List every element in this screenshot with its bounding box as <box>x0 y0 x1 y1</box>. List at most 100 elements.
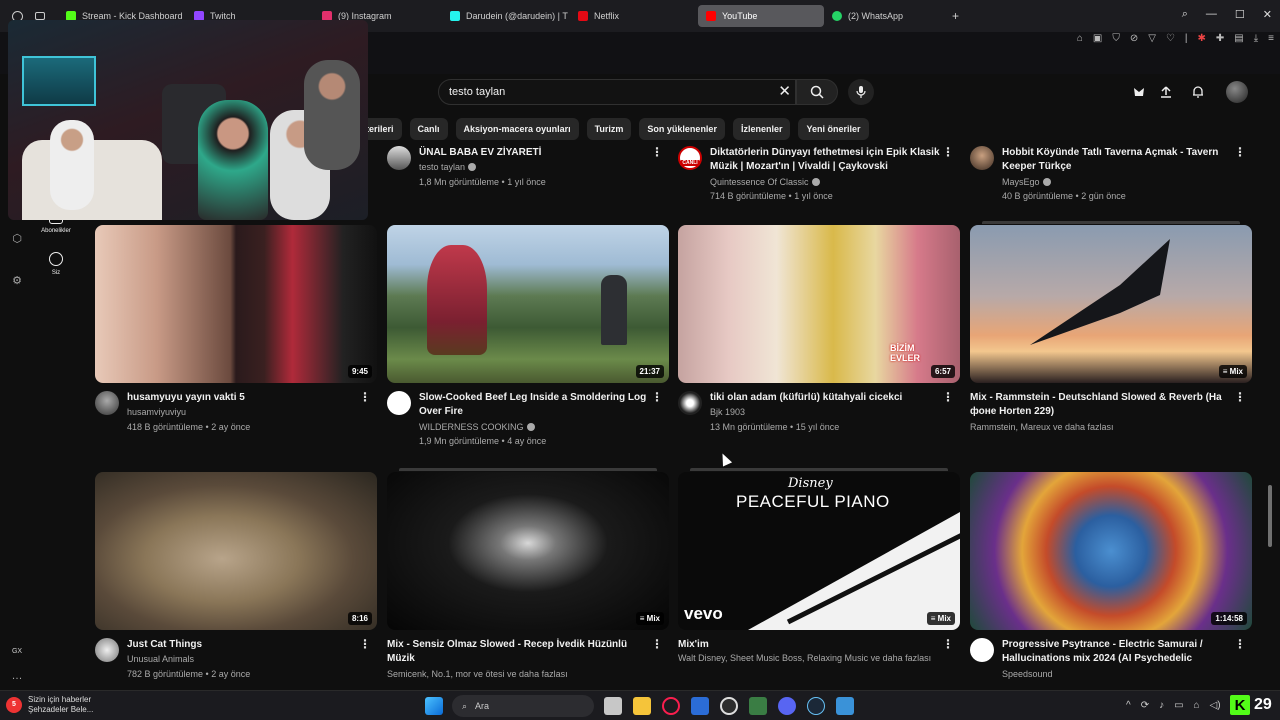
video-card[interactable]: BİZİM EVLER 6:57 tiki olan adam (küfürlü… <box>678 225 960 440</box>
mail-icon[interactable] <box>691 697 709 715</box>
menu-icon[interactable]: ≡ <box>1268 33 1274 47</box>
tab-whatsapp[interactable]: (2) WhatsApp <box>824 5 944 27</box>
video-card[interactable]: ÜNAL BABA EV ZİYARETİ testo taylan 1,8 M… <box>387 146 669 206</box>
video-thumbnail[interactable]: Disney PEACEFUL PIANO vevo ≡ Mix <box>678 472 960 630</box>
voice-search-button[interactable] <box>848 79 874 105</box>
more-options-icon[interactable]: ⋮ <box>651 391 663 403</box>
channel-avatar[interactable] <box>678 391 702 415</box>
gx-label[interactable]: GX <box>10 648 24 662</box>
upload-button[interactable] <box>1157 83 1175 101</box>
video-title[interactable]: Slow-Cooked Beef Leg Inside a Smoldering… <box>419 391 649 419</box>
display-icon[interactable]: ▭ <box>1174 700 1183 711</box>
video-title[interactable]: husamyuyu yayın vakti 5 <box>127 391 357 405</box>
video-thumbnail[interactable]: 21:37 <box>387 225 669 383</box>
chrome-icon[interactable] <box>720 697 738 715</box>
more-options-icon[interactable]: ⋮ <box>1234 391 1246 403</box>
channel-avatar[interactable] <box>387 146 411 170</box>
more-options-icon[interactable]: ⋮ <box>1234 146 1246 158</box>
more-options-icon[interactable]: ⋮ <box>651 146 663 158</box>
video-thumbnail[interactable]: ≡ Mix <box>970 225 1252 383</box>
sync-icon[interactable]: ⟳ <box>1141 700 1149 711</box>
video-title[interactable]: Hobbit Köyünde Tatlı Taverna Açmak - Tav… <box>1002 146 1232 174</box>
app-icon[interactable] <box>749 697 767 715</box>
account-avatar[interactable] <box>1226 81 1248 103</box>
tab-tiktok[interactable]: Darudein (@darudein) | T <box>442 5 570 27</box>
more-options-icon[interactable]: ⋮ <box>1234 638 1246 650</box>
more-icon[interactable]: … <box>10 670 24 684</box>
channel-name[interactable]: WILDERNESS COOKING <box>419 422 535 432</box>
video-thumbnail[interactable]: ≡ Mix <box>387 472 669 630</box>
channel-name[interactable]: Walt Disney, Sheet Music Boss, Relaxing … <box>678 653 931 663</box>
download-icon[interactable]: ⤓ <box>1254 33 1258 47</box>
page-scrollbar[interactable] <box>1268 485 1272 547</box>
puzzle-icon[interactable]: ✚ <box>1216 33 1224 47</box>
channel-name[interactable]: Rammstein, Mareux ve daha fazlası <box>970 422 1114 432</box>
video-thumbnail[interactable]: 1:14:58 <box>970 472 1252 630</box>
chip[interactable]: Turizm <box>586 118 632 140</box>
video-card[interactable]: 8:16 Just Cat Things Unusual Animals 782… <box>95 472 377 682</box>
more-options-icon[interactable]: ⋮ <box>942 146 954 158</box>
video-title[interactable]: Diktatörlerin Dünyayı fethetmesi için Ep… <box>710 146 940 174</box>
file-explorer-icon[interactable] <box>633 697 651 715</box>
maximize-icon[interactable]: ☐ <box>1235 8 1245 21</box>
channel-name[interactable]: Bjk 1903 <box>710 407 745 417</box>
microphone-icon[interactable]: ♪ <box>1159 700 1164 711</box>
more-options-icon[interactable]: ⋮ <box>359 638 371 650</box>
mix-card[interactable]: ≡ Mix Mix - Rammstein - Deutschland Slow… <box>970 221 1252 440</box>
more-options-icon[interactable]: ⋮ <box>359 391 371 403</box>
extensions-icon[interactable]: ⬡ <box>10 232 24 246</box>
chip[interactable]: Canlı <box>409 118 448 140</box>
channel-avatar[interactable]: CANLI <box>678 146 702 170</box>
guide-item-you[interactable]: Siz <box>34 252 78 276</box>
search-tabs-icon[interactable]: ⌕ <box>1182 8 1188 21</box>
video-title[interactable]: tiki olan adam (küfürlü) kütahyali cicek… <box>710 391 940 405</box>
chip[interactable]: Son yüklenenler <box>639 118 725 140</box>
windows-start-icon[interactable] <box>425 697 443 715</box>
vpn-icon[interactable]: ▽ <box>1148 33 1156 47</box>
block-icon[interactable]: ⊘ <box>1130 33 1138 47</box>
network-icon[interactable]: ⌂ <box>1194 700 1200 711</box>
close-icon[interactable]: ✕ <box>1263 8 1272 21</box>
new-tab-button[interactable]: + <box>944 5 967 27</box>
wallet-icon[interactable]: ▤ <box>1234 33 1243 47</box>
chevron-up-icon[interactable]: ^ <box>1126 700 1131 711</box>
bookmark-icon[interactable]: ⌂ <box>1077 33 1083 47</box>
mix-card[interactable]: Disney PEACEFUL PIANO vevo ≡ Mix Mix'im … <box>678 468 960 682</box>
photos-icon[interactable] <box>836 697 854 715</box>
video-title[interactable]: Mix'im <box>678 638 940 652</box>
video-card[interactable]: CANLI Diktatörlerin Dünyayı fethetmesi i… <box>678 146 960 206</box>
tab-menu-icon[interactable] <box>35 12 45 20</box>
volume-icon[interactable]: ◁) <box>1210 700 1221 711</box>
chip[interactable]: Aksiyon-macera oyunları <box>455 118 579 140</box>
taskbar-search[interactable]: ⌕ Ara <box>452 695 594 717</box>
video-card[interactable]: 1:14:58 Progressive Psytrance - Electric… <box>970 472 1252 682</box>
tab-youtube[interactable]: YouTube <box>698 5 824 27</box>
mix-card[interactable]: ≡ Mix Mix - Sensiz Olmaz Slowed - Recep … <box>387 468 669 682</box>
discord-icon[interactable] <box>778 697 796 715</box>
kick-widget[interactable]: K 29 <box>1230 695 1272 715</box>
channel-avatar[interactable] <box>95 391 119 415</box>
video-card[interactable]: 9:45 husamyuyu yayın vakti 5 husamviyuvi… <box>95 225 377 440</box>
video-title[interactable]: Mix - Rammstein - Deutschland Slowed & R… <box>970 391 1232 419</box>
video-title[interactable]: Mix - Sensiz Olmaz Slowed - Recep İvedik… <box>387 638 649 666</box>
video-thumbnail[interactable]: BİZİM EVLER 6:57 <box>678 225 960 383</box>
search-input[interactable]: testo taylan ✕ <box>438 79 796 105</box>
shield-icon[interactable]: ⛉ <box>1112 33 1120 47</box>
video-title[interactable]: Progressive Psytrance - Electric Samurai… <box>1002 638 1232 666</box>
heart-icon[interactable]: ♡ <box>1166 33 1175 47</box>
channel-avatar[interactable] <box>95 638 119 662</box>
channel-name[interactable]: MaysEgo <box>1002 177 1051 187</box>
channel-name[interactable]: Semicenk, No.1, mor ve ötesi ve daha faz… <box>387 669 568 679</box>
more-options-icon[interactable]: ⋮ <box>651 638 663 650</box>
video-card[interactable]: Hobbit Köyünde Tatlı Taverna Açmak - Tav… <box>970 146 1252 206</box>
chip[interactable]: İzlenenler <box>732 118 791 140</box>
channel-name[interactable]: testo taylan <box>419 162 477 172</box>
channel-avatar[interactable] <box>387 391 411 415</box>
snapshot-icon[interactable]: ▣ <box>1093 33 1102 47</box>
task-view-icon[interactable] <box>604 697 622 715</box>
video-thumbnail[interactable]: 9:45 <box>95 225 377 383</box>
tab-netflix[interactable]: Netflix <box>570 5 698 27</box>
channel-avatar[interactable] <box>970 638 994 662</box>
channel-name[interactable]: husamviyuviyu <box>127 407 186 417</box>
channel-name[interactable]: Quintessence Of Classic <box>710 177 820 187</box>
